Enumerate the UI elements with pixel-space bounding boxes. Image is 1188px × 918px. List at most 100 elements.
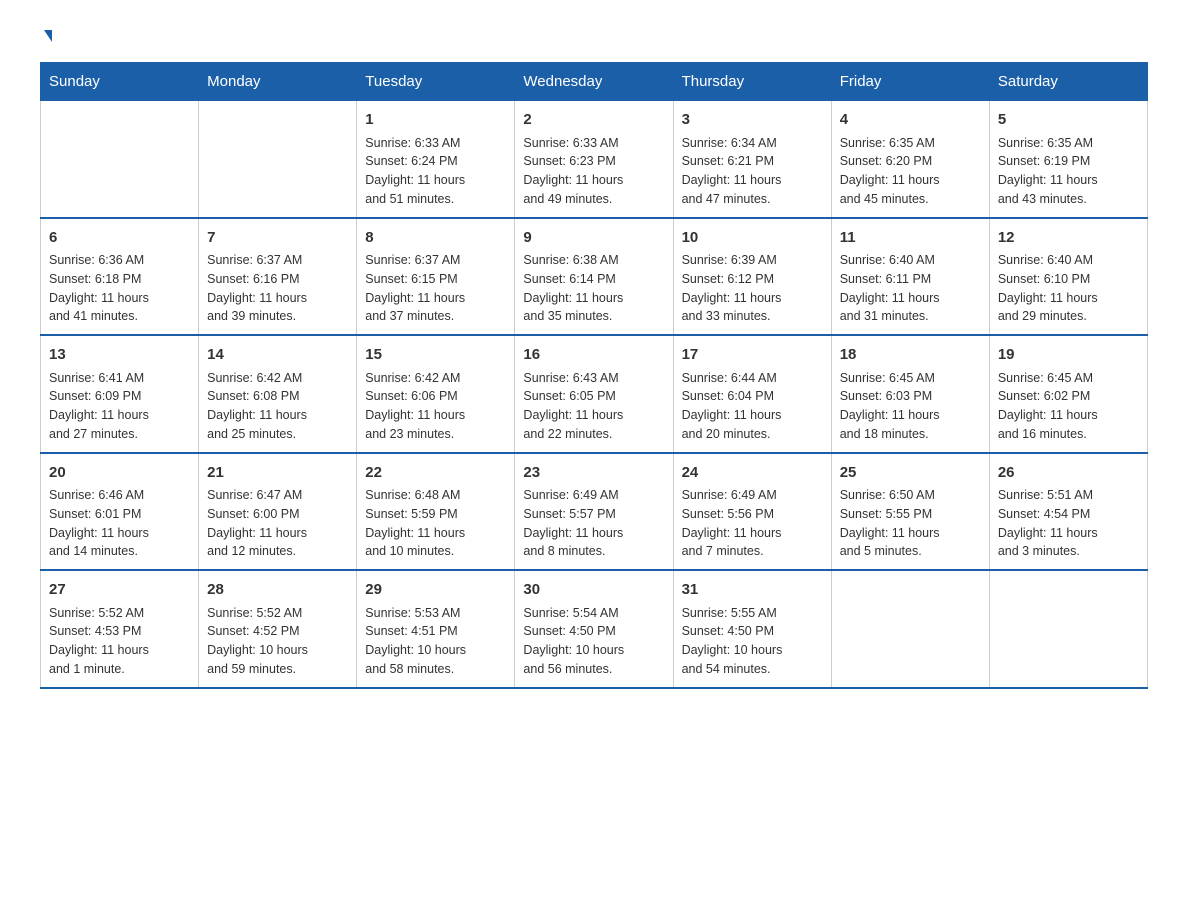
calendar-cell [989,570,1147,688]
calendar-cell: 7Sunrise: 6:37 AM Sunset: 6:16 PM Daylig… [199,218,357,336]
day-number: 3 [682,109,823,132]
day-number: 22 [365,462,506,485]
calendar-cell: 22Sunrise: 6:48 AM Sunset: 5:59 PM Dayli… [357,453,515,571]
day-number: 6 [49,227,190,250]
day-info: Sunrise: 6:48 AM Sunset: 5:59 PM Dayligh… [365,486,506,561]
calendar-cell: 20Sunrise: 6:46 AM Sunset: 6:01 PM Dayli… [41,453,199,571]
day-number: 9 [523,227,664,250]
weekday-header-wednesday: Wednesday [515,63,673,101]
day-number: 20 [49,462,190,485]
calendar-cell: 2Sunrise: 6:33 AM Sunset: 6:23 PM Daylig… [515,101,673,218]
day-number: 13 [49,344,190,367]
calendar-cell: 16Sunrise: 6:43 AM Sunset: 6:05 PM Dayli… [515,335,673,453]
day-number: 27 [49,579,190,602]
day-number: 2 [523,109,664,132]
calendar-week-2: 6Sunrise: 6:36 AM Sunset: 6:18 PM Daylig… [41,218,1148,336]
day-info: Sunrise: 5:55 AM Sunset: 4:50 PM Dayligh… [682,604,823,679]
day-info: Sunrise: 6:46 AM Sunset: 6:01 PM Dayligh… [49,486,190,561]
day-info: Sunrise: 5:51 AM Sunset: 4:54 PM Dayligh… [998,486,1139,561]
logo [40,30,52,42]
day-info: Sunrise: 6:42 AM Sunset: 6:08 PM Dayligh… [207,369,348,444]
weekday-header-tuesday: Tuesday [357,63,515,101]
day-info: Sunrise: 6:40 AM Sunset: 6:11 PM Dayligh… [840,251,981,326]
day-number: 19 [998,344,1139,367]
calendar-table: SundayMondayTuesdayWednesdayThursdayFrid… [40,62,1148,689]
calendar-cell: 17Sunrise: 6:44 AM Sunset: 6:04 PM Dayli… [673,335,831,453]
day-info: Sunrise: 6:37 AM Sunset: 6:15 PM Dayligh… [365,251,506,326]
calendar-cell: 29Sunrise: 5:53 AM Sunset: 4:51 PM Dayli… [357,570,515,688]
day-number: 26 [998,462,1139,485]
calendar-cell: 15Sunrise: 6:42 AM Sunset: 6:06 PM Dayli… [357,335,515,453]
weekday-header-saturday: Saturday [989,63,1147,101]
day-number: 30 [523,579,664,602]
day-number: 11 [840,227,981,250]
weekday-header-monday: Monday [199,63,357,101]
day-info: Sunrise: 5:53 AM Sunset: 4:51 PM Dayligh… [365,604,506,679]
day-info: Sunrise: 6:49 AM Sunset: 5:57 PM Dayligh… [523,486,664,561]
calendar-cell: 12Sunrise: 6:40 AM Sunset: 6:10 PM Dayli… [989,218,1147,336]
calendar-cell: 30Sunrise: 5:54 AM Sunset: 4:50 PM Dayli… [515,570,673,688]
day-info: Sunrise: 6:33 AM Sunset: 6:23 PM Dayligh… [523,134,664,209]
day-info: Sunrise: 6:35 AM Sunset: 6:20 PM Dayligh… [840,134,981,209]
day-info: Sunrise: 6:38 AM Sunset: 6:14 PM Dayligh… [523,251,664,326]
day-number: 25 [840,462,981,485]
day-info: Sunrise: 6:41 AM Sunset: 6:09 PM Dayligh… [49,369,190,444]
calendar-week-5: 27Sunrise: 5:52 AM Sunset: 4:53 PM Dayli… [41,570,1148,688]
calendar-cell [199,101,357,218]
day-number: 24 [682,462,823,485]
day-number: 31 [682,579,823,602]
day-number: 8 [365,227,506,250]
day-info: Sunrise: 5:52 AM Sunset: 4:52 PM Dayligh… [207,604,348,679]
calendar-cell: 28Sunrise: 5:52 AM Sunset: 4:52 PM Dayli… [199,570,357,688]
day-info: Sunrise: 6:47 AM Sunset: 6:00 PM Dayligh… [207,486,348,561]
day-number: 18 [840,344,981,367]
calendar-cell: 18Sunrise: 6:45 AM Sunset: 6:03 PM Dayli… [831,335,989,453]
calendar-cell: 10Sunrise: 6:39 AM Sunset: 6:12 PM Dayli… [673,218,831,336]
day-number: 14 [207,344,348,367]
day-info: Sunrise: 6:39 AM Sunset: 6:12 PM Dayligh… [682,251,823,326]
day-info: Sunrise: 6:40 AM Sunset: 6:10 PM Dayligh… [998,251,1139,326]
calendar-cell: 31Sunrise: 5:55 AM Sunset: 4:50 PM Dayli… [673,570,831,688]
day-number: 29 [365,579,506,602]
day-info: Sunrise: 6:45 AM Sunset: 6:02 PM Dayligh… [998,369,1139,444]
day-info: Sunrise: 6:37 AM Sunset: 6:16 PM Dayligh… [207,251,348,326]
calendar-week-3: 13Sunrise: 6:41 AM Sunset: 6:09 PM Dayli… [41,335,1148,453]
calendar-cell: 11Sunrise: 6:40 AM Sunset: 6:11 PM Dayli… [831,218,989,336]
day-info: Sunrise: 6:33 AM Sunset: 6:24 PM Dayligh… [365,134,506,209]
day-info: Sunrise: 6:35 AM Sunset: 6:19 PM Dayligh… [998,134,1139,209]
weekday-header-friday: Friday [831,63,989,101]
day-number: 15 [365,344,506,367]
day-info: Sunrise: 6:44 AM Sunset: 6:04 PM Dayligh… [682,369,823,444]
day-info: Sunrise: 6:36 AM Sunset: 6:18 PM Dayligh… [49,251,190,326]
day-number: 28 [207,579,348,602]
calendar-cell: 14Sunrise: 6:42 AM Sunset: 6:08 PM Dayli… [199,335,357,453]
calendar-cell: 26Sunrise: 5:51 AM Sunset: 4:54 PM Dayli… [989,453,1147,571]
day-number: 21 [207,462,348,485]
weekday-header-thursday: Thursday [673,63,831,101]
day-info: Sunrise: 6:42 AM Sunset: 6:06 PM Dayligh… [365,369,506,444]
page-header [40,30,1148,42]
calendar-cell: 25Sunrise: 6:50 AM Sunset: 5:55 PM Dayli… [831,453,989,571]
calendar-cell: 5Sunrise: 6:35 AM Sunset: 6:19 PM Daylig… [989,101,1147,218]
calendar-cell: 1Sunrise: 6:33 AM Sunset: 6:24 PM Daylig… [357,101,515,218]
calendar-cell [831,570,989,688]
calendar-cell: 27Sunrise: 5:52 AM Sunset: 4:53 PM Dayli… [41,570,199,688]
calendar-cell: 24Sunrise: 6:49 AM Sunset: 5:56 PM Dayli… [673,453,831,571]
calendar-week-4: 20Sunrise: 6:46 AM Sunset: 6:01 PM Dayli… [41,453,1148,571]
calendar-week-1: 1Sunrise: 6:33 AM Sunset: 6:24 PM Daylig… [41,101,1148,218]
day-number: 1 [365,109,506,132]
day-info: Sunrise: 6:45 AM Sunset: 6:03 PM Dayligh… [840,369,981,444]
weekday-header-row: SundayMondayTuesdayWednesdayThursdayFrid… [41,63,1148,101]
day-number: 10 [682,227,823,250]
calendar-cell: 3Sunrise: 6:34 AM Sunset: 6:21 PM Daylig… [673,101,831,218]
calendar-cell: 19Sunrise: 6:45 AM Sunset: 6:02 PM Dayli… [989,335,1147,453]
calendar-cell: 4Sunrise: 6:35 AM Sunset: 6:20 PM Daylig… [831,101,989,218]
day-number: 23 [523,462,664,485]
day-info: Sunrise: 5:54 AM Sunset: 4:50 PM Dayligh… [523,604,664,679]
logo-triangle-icon [44,30,52,42]
day-info: Sunrise: 6:49 AM Sunset: 5:56 PM Dayligh… [682,486,823,561]
calendar-cell: 8Sunrise: 6:37 AM Sunset: 6:15 PM Daylig… [357,218,515,336]
weekday-header-sunday: Sunday [41,63,199,101]
calendar-cell: 13Sunrise: 6:41 AM Sunset: 6:09 PM Dayli… [41,335,199,453]
day-info: Sunrise: 6:50 AM Sunset: 5:55 PM Dayligh… [840,486,981,561]
